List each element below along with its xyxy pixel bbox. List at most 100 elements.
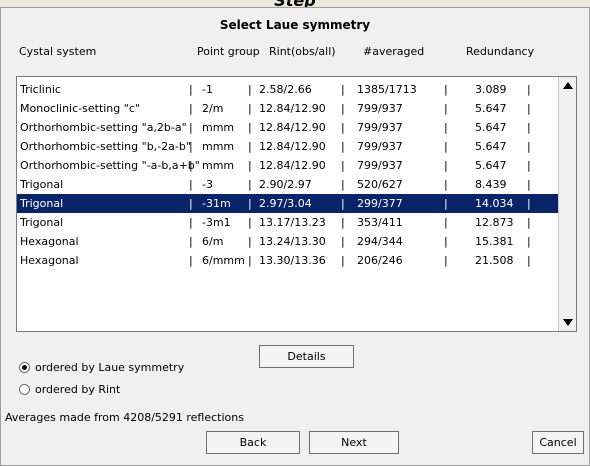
row-crystal-system: Orthorhombic-setting "a,2b-a" xyxy=(20,121,187,134)
row-point-group: mmm xyxy=(202,159,235,172)
details-button[interactable]: Details xyxy=(259,345,354,368)
list-row[interactable]: Trigonal | -3m1 | 13.17/13.23 | 353/411 | 12.873… xyxy=(17,213,558,232)
row-averaged: 799/937 xyxy=(357,140,403,153)
column-header-crystal-system: Cystal system xyxy=(19,45,97,58)
row-crystal-system: Orthorhombic-setting "-a-b,a+b" xyxy=(20,159,200,172)
row-separator: | xyxy=(341,235,345,248)
row-rint: 2.97/3.04 xyxy=(259,197,312,210)
row-separator: | xyxy=(444,102,448,115)
row-rint: 12.84/12.90 xyxy=(259,102,326,115)
row-redundancy: 14.034 xyxy=(475,197,514,210)
scroll-down-button[interactable] xyxy=(559,314,576,331)
row-separator: | xyxy=(444,235,448,248)
row-crystal-system: Trigonal xyxy=(20,197,64,210)
row-separator: | xyxy=(527,121,531,134)
row-separator: | xyxy=(248,197,252,210)
row-separator: | xyxy=(248,83,252,96)
row-separator: | xyxy=(341,102,345,115)
row-separator: | xyxy=(248,102,252,115)
row-separator: | xyxy=(189,159,193,172)
row-crystal-system: Trigonal xyxy=(20,178,64,191)
list-row[interactable]: Trigonal | -3 | 2.90/2.97 | 520/627 | 8.439 | xyxy=(17,175,558,194)
row-averaged: 353/411 xyxy=(357,216,403,229)
row-separator: | xyxy=(248,178,252,191)
row-rint: 13.30/13.36 xyxy=(259,254,326,267)
row-separator: | xyxy=(527,254,531,267)
row-rint: 12.84/12.90 xyxy=(259,159,326,172)
row-separator: | xyxy=(341,159,345,172)
row-averaged: 799/937 xyxy=(357,102,403,115)
list-row[interactable]: Orthorhombic-setting "b,-2a-b" | mmm | 12.84… xyxy=(17,137,558,156)
row-separator: | xyxy=(527,159,531,172)
row-rint: 2.58/2.66 xyxy=(259,83,312,96)
row-averaged: 799/937 xyxy=(357,159,403,172)
laue-symmetry-dialog: Select Laue symmetry Cystal system Point… xyxy=(0,7,590,466)
laue-symmetry-list[interactable]: Triclinic | -1 | 2.58/2.66 | 1385/1713 | 3.089 | M… xyxy=(16,76,577,332)
row-redundancy: 8.439 xyxy=(475,178,507,191)
row-point-group: 2/m xyxy=(202,102,224,115)
column-header-rint: Rint(obs/all) xyxy=(269,45,336,58)
row-separator: | xyxy=(189,216,193,229)
row-separator: | xyxy=(444,216,448,229)
row-averaged: 206/246 xyxy=(357,254,403,267)
list-rows: Triclinic | -1 | 2.58/2.66 | 1385/1713 | 3.089 | M… xyxy=(17,77,558,270)
row-separator: | xyxy=(527,216,531,229)
row-redundancy: 5.647 xyxy=(475,102,507,115)
row-point-group: mmm xyxy=(202,140,235,153)
scroll-up-button[interactable] xyxy=(559,77,576,94)
row-rint: 2.90/2.97 xyxy=(259,178,312,191)
row-separator: | xyxy=(341,216,345,229)
order-by-laue-option[interactable]: ordered by Laue symmetry xyxy=(19,361,184,374)
row-separator: | xyxy=(248,159,252,172)
order-by-rint-radio[interactable] xyxy=(19,384,30,395)
row-redundancy: 15.381 xyxy=(475,235,514,248)
order-by-rint-option[interactable]: ordered by Rint xyxy=(19,383,120,396)
cancel-button[interactable]: Cancel xyxy=(532,431,584,454)
arrow-down-icon xyxy=(562,319,573,326)
arrow-up-icon xyxy=(562,82,573,89)
back-button[interactable]: Back xyxy=(206,431,300,454)
row-rint: 12.84/12.90 xyxy=(259,140,326,153)
row-separator: | xyxy=(527,140,531,153)
row-rint: 12.84/12.90 xyxy=(259,121,326,134)
row-separator: | xyxy=(341,254,345,267)
list-row[interactable]: Trigonal | -31m | 2.97/3.04 | 299/377 | 14.034 | xyxy=(17,194,558,213)
row-separator: | xyxy=(444,197,448,210)
row-separator: | xyxy=(341,197,345,210)
row-point-group: -31m xyxy=(202,197,231,210)
row-separator: | xyxy=(189,83,193,96)
order-by-laue-label: ordered by Laue symmetry xyxy=(35,361,185,374)
row-crystal-system: Triclinic xyxy=(20,83,61,96)
list-row[interactable]: Hexagonal | 6/mmm | 13.30/13.36 | 206/246 | 21.5… xyxy=(17,251,558,270)
order-by-rint-label: ordered by Rint xyxy=(35,383,121,396)
row-separator: | xyxy=(189,235,193,248)
row-separator: | xyxy=(341,178,345,191)
next-button[interactable]: Next xyxy=(309,431,399,454)
row-averaged: 520/627 xyxy=(357,178,403,191)
list-row[interactable]: Monoclinic-setting "c" | 2/m | 12.84/12.90 | 7… xyxy=(17,99,558,118)
vertical-scrollbar[interactable] xyxy=(558,77,576,331)
row-point-group: 6/m xyxy=(202,235,224,248)
row-separator: | xyxy=(189,140,193,153)
row-separator: | xyxy=(248,216,252,229)
row-separator: | xyxy=(248,254,252,267)
row-separator: | xyxy=(189,121,193,134)
row-separator: | xyxy=(248,235,252,248)
column-header-averaged: #averaged xyxy=(363,45,425,58)
row-redundancy: 21.508 xyxy=(475,254,514,267)
row-rint: 13.24/13.30 xyxy=(259,235,326,248)
list-row[interactable]: Triclinic | -1 | 2.58/2.66 | 1385/1713 | 3.089 | xyxy=(17,80,558,99)
row-rint: 13.17/13.23 xyxy=(259,216,326,229)
order-by-laue-radio[interactable] xyxy=(19,362,30,373)
row-separator: | xyxy=(527,197,531,210)
list-row[interactable]: Hexagonal | 6/m | 13.24/13.30 | 294/344 | 15.381… xyxy=(17,232,558,251)
row-redundancy: 3.089 xyxy=(475,83,507,96)
row-separator: | xyxy=(341,83,345,96)
list-row[interactable]: Orthorhombic-setting "a,2b-a" | mmm | 12.84/… xyxy=(17,118,558,137)
row-point-group: -3m1 xyxy=(202,216,231,229)
row-crystal-system: Hexagonal xyxy=(20,254,79,267)
status-text: Averages made from 4208/5291 reflections xyxy=(5,411,244,424)
row-averaged: 1385/1713 xyxy=(357,83,417,96)
list-row[interactable]: Orthorhombic-setting "-a-b,a+b" | mmm | 12.8… xyxy=(17,156,558,175)
row-separator: | xyxy=(444,178,448,191)
